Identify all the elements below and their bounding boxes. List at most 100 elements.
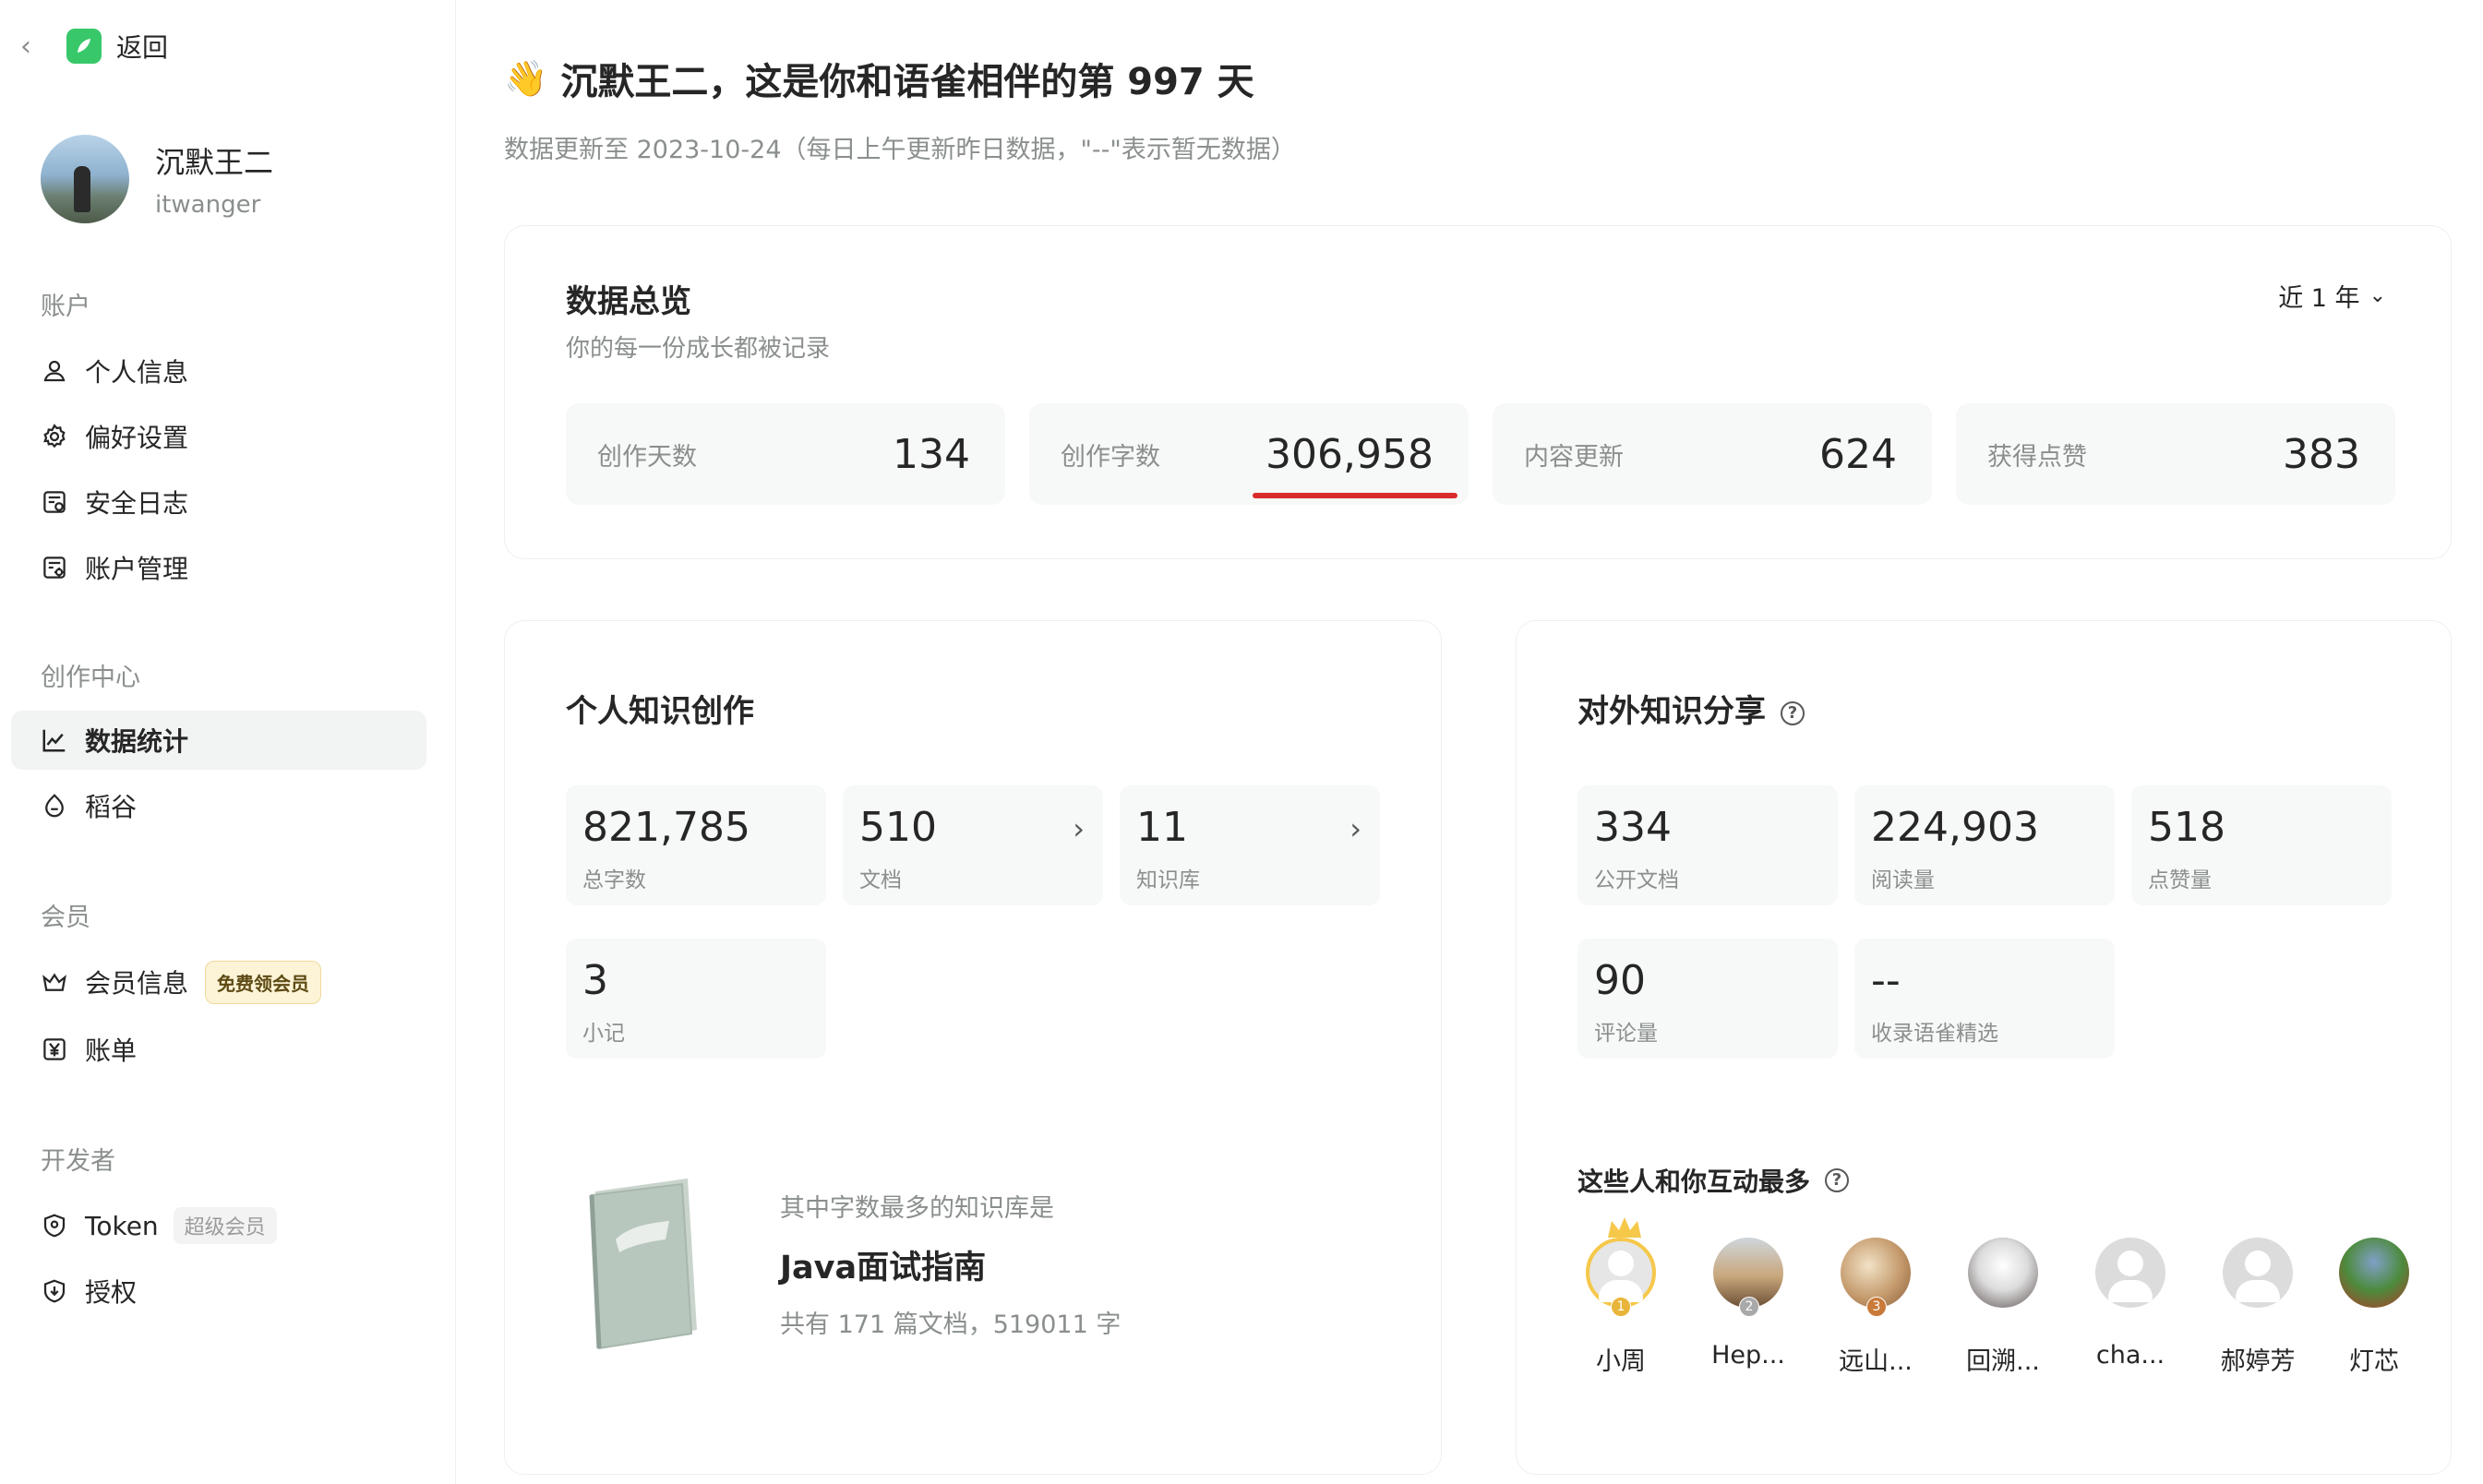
top-repo-meta: 共有 171 篇文档，519011 字 xyxy=(780,1310,1122,1339)
interactor-name: 郝婷芳 xyxy=(2220,1347,2296,1376)
update-note: 数据更新至 2023-10-24（每日上午更新昨日数据，"--"表示暂无数据） xyxy=(504,136,1296,164)
sidebar-item-label: 账户管理 xyxy=(85,554,189,584)
tile-label: 文档 xyxy=(859,868,902,892)
grain-icon xyxy=(45,794,64,818)
interactor-name: 远山... xyxy=(1839,1347,1913,1376)
stat-value: 134 xyxy=(893,430,970,478)
stat-creation-words: 创作字数 306,958 xyxy=(1029,403,1469,505)
tile-value: -- xyxy=(1871,957,1901,1004)
sidebar-item-profile[interactable]: 个人信息 xyxy=(11,341,426,401)
sidebar-item-label: 个人信息 xyxy=(85,357,189,388)
section-title-membership: 会员 xyxy=(41,904,90,932)
share-title-row: 对外知识分享? xyxy=(1577,686,1805,731)
section-title-creation: 创作中心 xyxy=(41,664,140,692)
sidebar-item-account-manage[interactable]: 账户管理 xyxy=(11,538,426,597)
super-member-badge: 超级会员 xyxy=(173,1207,277,1244)
interactor[interactable]: cha... xyxy=(2070,1238,2190,1370)
waving-hand-icon: 👋 xyxy=(504,57,548,99)
interactor-name: cha... xyxy=(2095,1341,2165,1370)
yuan-bill-icon xyxy=(43,1038,66,1060)
rank-badge: 1 xyxy=(1611,1297,1631,1317)
tile-total-words: 821,785 总字数 xyxy=(566,785,826,905)
shield-icon xyxy=(43,1214,66,1238)
avatar xyxy=(1968,1238,2038,1308)
tile-value: 518 xyxy=(2148,804,2225,851)
stat-value: 383 xyxy=(2283,430,2360,478)
sidebar-item-bill[interactable]: 账单 xyxy=(11,1020,426,1079)
personal-knowledge-card: 个人知识创作 821,785 总字数 510 文档 › 11 知识库 › 3 小… xyxy=(504,620,1442,1475)
personal-title: 个人知识创作 xyxy=(566,693,754,730)
sidebar-item-preferences[interactable]: 偏好设置 xyxy=(11,407,426,466)
help-icon[interactable]: ? xyxy=(1825,1168,1850,1192)
avatar xyxy=(2223,1238,2293,1308)
back-label: 返回 xyxy=(116,32,169,63)
yuque-logo-icon xyxy=(66,29,102,64)
tile-knowledge-bases[interactable]: 11 知识库 › xyxy=(1120,785,1380,905)
tile-notes: 3 小记 xyxy=(566,939,826,1059)
interactor[interactable]: 回溯... xyxy=(1943,1238,2063,1377)
chevron-right-icon: › xyxy=(1349,811,1361,846)
interactor-name: 回溯... xyxy=(1966,1347,2040,1376)
top-repo-name[interactable]: Java面试指南 xyxy=(780,1241,986,1288)
interaction-title: 这些人和你互动最多 xyxy=(1577,1167,1811,1197)
page-title: 👋 沉默王二，这是你和语雀相伴的第 997 天 xyxy=(504,52,1254,105)
back-link[interactable]: ‹ 返回 xyxy=(13,26,168,66)
crown-icon xyxy=(1608,1217,1641,1238)
overview-card: 数据总览 你的每一份成长都被记录 近 1 年 ⌄ 创作天数 134 创作字数 3… xyxy=(504,225,2452,559)
tile-reads: 224,903 阅读量 xyxy=(1854,785,2115,905)
avatar xyxy=(2339,1238,2409,1308)
interactor-name: 小周 xyxy=(1596,1347,1646,1376)
sidebar-item-member-info[interactable]: 会员信息 免费领会员 xyxy=(11,952,426,1011)
sidebar-item-label: 偏好设置 xyxy=(85,423,189,453)
sidebar: ‹ 返回 沉默王二 itwanger 账户 个人信息 偏好设置 安全日志 账户管… xyxy=(0,0,456,1484)
tile-label: 知识库 xyxy=(1136,868,1200,892)
sidebar-item-authorize[interactable]: 授权 xyxy=(11,1262,426,1321)
sidebar-item-label: 账单 xyxy=(85,1035,138,1066)
interactor[interactable]: 郝婷芳 xyxy=(2198,1238,2318,1377)
share-title: 对外知识分享 xyxy=(1577,693,1766,730)
crown-icon xyxy=(42,973,66,991)
tile-label: 阅读量 xyxy=(1871,868,1935,892)
tile-public-docs: 334 公开文档 xyxy=(1577,785,1838,905)
free-membership-badge[interactable]: 免费领会员 xyxy=(205,960,322,1004)
stat-label: 创作天数 xyxy=(597,442,697,472)
user-profile[interactable]: 沉默王二 itwanger xyxy=(41,135,273,223)
sidebar-item-grain[interactable]: 稻谷 xyxy=(11,776,426,835)
stat-label: 创作字数 xyxy=(1061,442,1160,472)
range-select[interactable]: 近 1 年 ⌄ xyxy=(2278,278,2386,314)
sidebar-item-security-log[interactable]: 安全日志 xyxy=(11,473,426,532)
user-login: itwanger xyxy=(155,191,261,219)
tile-label: 收录语雀精选 xyxy=(1871,1022,1998,1046)
chevron-right-icon: › xyxy=(1073,811,1085,846)
interactor[interactable]: 灯芯 xyxy=(2314,1238,2434,1377)
avatar: 3 xyxy=(1841,1238,1911,1317)
tile-label: 总字数 xyxy=(582,868,646,892)
interaction-title-row: 这些人和你互动最多? xyxy=(1577,1162,1850,1199)
stat-value: 306,958 xyxy=(1253,430,1457,498)
help-icon[interactable]: ? xyxy=(1781,700,1805,725)
overview-title: 数据总览 xyxy=(566,283,691,320)
interactor-name: 灯芯 xyxy=(2349,1347,2399,1376)
top-interactors: 1 小周 2 Hep... 3 远山... 回溯... cha... 郝婷芳 灯… xyxy=(1568,1217,2409,1385)
tile-featured: -- 收录语雀精选 xyxy=(1854,939,2115,1059)
tile-value: 334 xyxy=(1594,804,1672,851)
tile-label: 小记 xyxy=(582,1022,625,1046)
tile-label: 点赞量 xyxy=(2148,868,2212,892)
overview-subtitle: 你的每一份成长都被记录 xyxy=(566,335,831,363)
interactor[interactable]: 3 远山... xyxy=(1816,1238,1936,1377)
chevron-down-icon: ⌄ xyxy=(2369,284,2386,307)
gear-icon xyxy=(43,424,66,449)
book-icon xyxy=(589,1179,697,1350)
tile-label: 评论量 xyxy=(1594,1022,1658,1046)
sidebar-item-label: 数据统计 xyxy=(85,726,189,757)
tile-documents[interactable]: 510 文档 › xyxy=(843,785,1103,905)
avatar: 1 xyxy=(1586,1217,1656,1317)
chart-line-icon xyxy=(42,729,66,752)
interactor-name: Hep... xyxy=(1711,1341,1785,1370)
avatar xyxy=(2095,1238,2165,1308)
sidebar-item-label: 稻谷 xyxy=(85,792,138,822)
sidebar-item-statistics[interactable]: 数据统计 xyxy=(11,711,426,770)
sidebar-item-token[interactable]: Token 超级会员 xyxy=(11,1196,426,1255)
interactor[interactable]: 1 小周 xyxy=(1561,1217,1681,1377)
interactor[interactable]: 2 Hep... xyxy=(1688,1238,1808,1370)
